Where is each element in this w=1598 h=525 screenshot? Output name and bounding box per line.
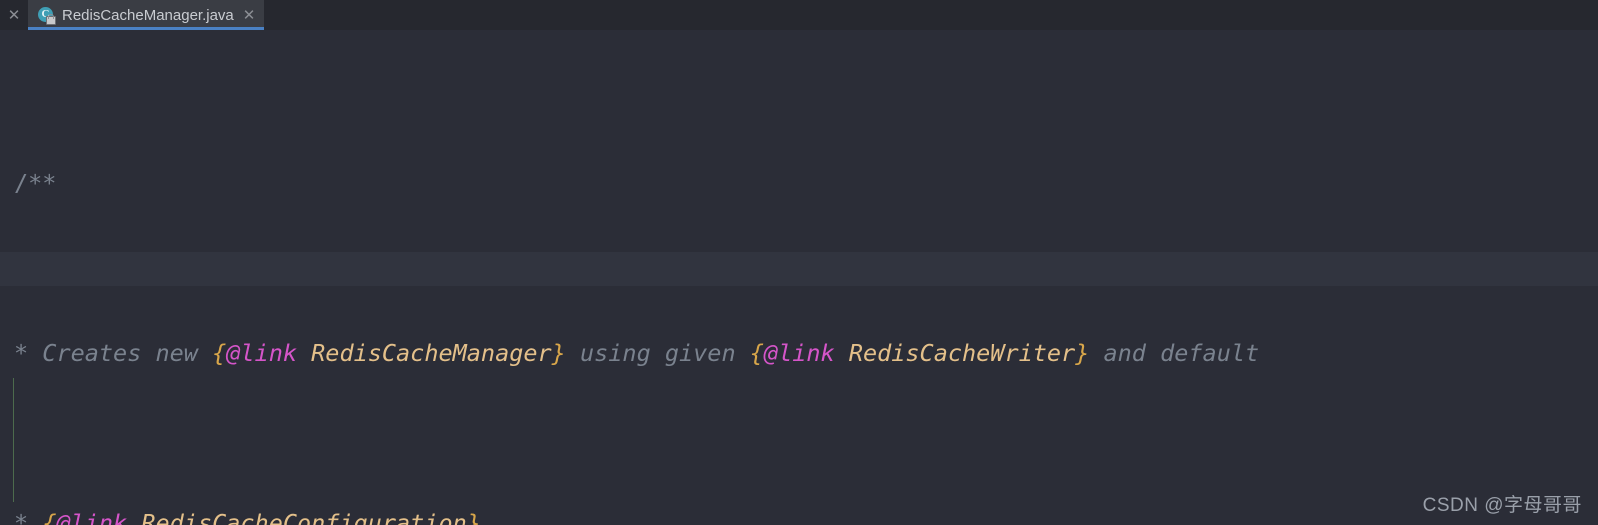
javadoc-brace-close: } <box>551 339 566 367</box>
ide-editor-window: ✕ C RedisCacheManager.java ✕ /** * Creat… <box>0 0 1598 525</box>
javadoc-text: using given <box>565 339 750 367</box>
javadoc-text: Creates new <box>28 339 213 367</box>
javadoc-open: /** <box>14 169 57 197</box>
tab-close-icon[interactable]: ✕ <box>241 8 256 23</box>
javadoc-link-target: RedisCacheManager <box>297 339 552 367</box>
code-line-3: * {@link RedisCacheConfiguration}. <box>0 506 1598 525</box>
javadoc-text: . <box>480 509 496 525</box>
javadoc-star: * <box>14 339 29 367</box>
javadoc-link-tag: @link <box>763 339 835 367</box>
javadoc-link-tag: @link <box>56 509 128 525</box>
code-editor-area[interactable]: /** * Creates new {@link RedisCacheManag… <box>0 30 1598 525</box>
editor-tab-label: RedisCacheManager.java <box>62 6 234 24</box>
javadoc-star: * <box>14 509 29 525</box>
source-code: /** * Creates new {@link RedisCacheManag… <box>0 30 1598 525</box>
javadoc-brace-open: { <box>212 339 227 367</box>
lock-icon <box>46 13 56 25</box>
javadoc-text: and default <box>1089 339 1260 367</box>
csdn-watermark: CSDN @字母哥哥 <box>1422 495 1582 516</box>
editor-tab-redis-cache-manager[interactable]: C RedisCacheManager.java ✕ <box>28 0 265 30</box>
code-line-1: /** <box>0 166 1598 200</box>
editor-tab-bar: ✕ C RedisCacheManager.java ✕ <box>0 0 1598 30</box>
javadoc-brace-open: { <box>749 339 764 367</box>
javadoc-brace-open: { <box>42 509 57 525</box>
javadoc-link-tag: @link <box>226 339 297 367</box>
code-line-2: * Creates new {@link RedisCacheManager} … <box>0 336 1598 370</box>
javadoc-link-target: RedisCacheConfiguration <box>127 509 467 525</box>
tab-bar-close-icon[interactable]: ✕ <box>0 0 28 30</box>
java-class-locked-icon: C <box>38 6 56 25</box>
javadoc-brace-close: } <box>1075 339 1090 367</box>
javadoc-link-target: RedisCacheWriter <box>834 339 1076 367</box>
javadoc-brace-close: } <box>466 509 481 525</box>
